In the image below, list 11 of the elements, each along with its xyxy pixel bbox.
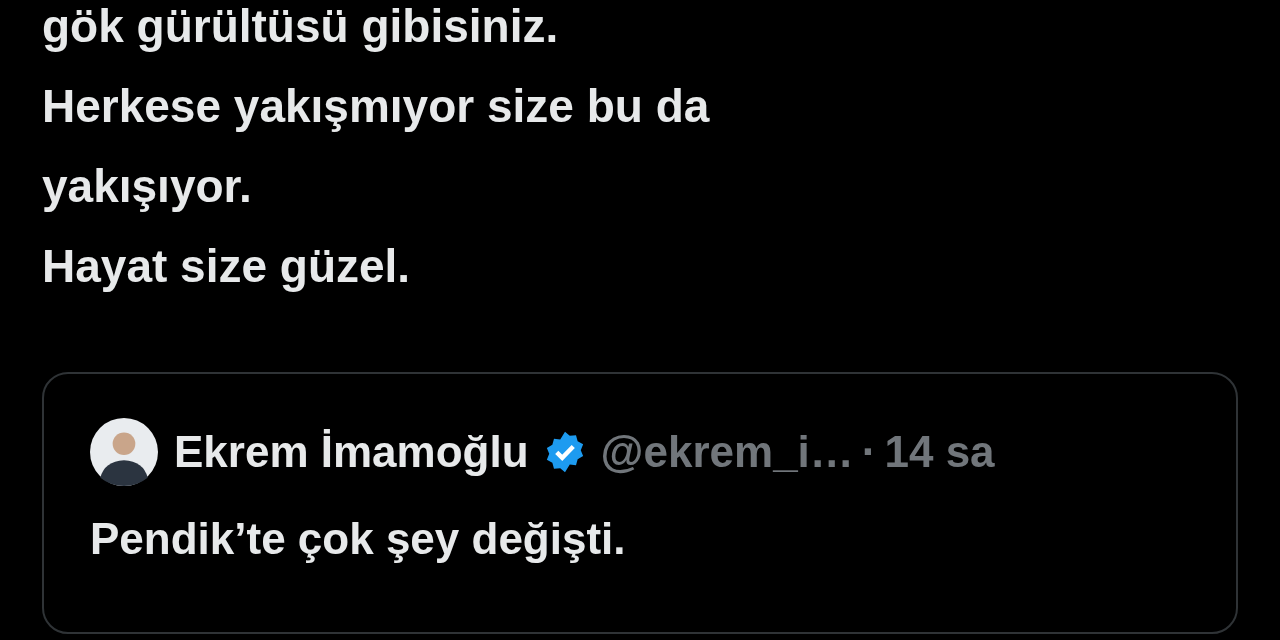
- post-text-line: Herkese yakışmıyor size bu da: [42, 79, 711, 134]
- quoted-post-text: Pendik’te çok şey değişti.: [90, 514, 627, 564]
- author-name[interactable]: Ekrem İmamoğlu: [174, 427, 529, 477]
- post-text-line: yakışıyor.: [42, 159, 253, 214]
- avatar-icon[interactable]: [90, 418, 158, 486]
- separator-dot: ·: [861, 427, 877, 477]
- quoted-post-card[interactable]: Ekrem İmamoğlu @ekrem_i… · 14 sa Pendik’te çok şey değişti.: [42, 372, 1238, 634]
- post-time[interactable]: 14 sa: [884, 427, 995, 477]
- post-text-line: Hayat size güzel.: [42, 239, 412, 294]
- author-handle[interactable]: @ekrem_i…: [600, 427, 854, 477]
- post-text-line: gök gürültüsü gibisiniz.: [42, 0, 560, 54]
